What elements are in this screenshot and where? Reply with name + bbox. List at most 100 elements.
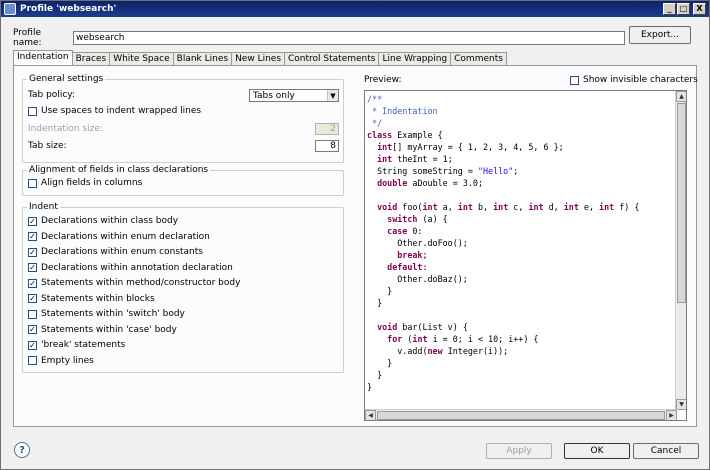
- indent-option-label: Empty lines: [41, 355, 94, 366]
- horizontal-scroll-thumb[interactable]: [377, 411, 665, 420]
- indent-option-checkbox[interactable]: ✓: [28, 263, 37, 272]
- code-token: c,: [508, 202, 529, 212]
- scroll-down-icon[interactable]: ▼: [676, 399, 686, 410]
- help-icon[interactable]: ?: [14, 442, 30, 458]
- vertical-scroll-thumb[interactable]: [677, 103, 686, 303]
- show-invisible-row[interactable]: Show invisible characters: [570, 75, 698, 85]
- scroll-up-icon[interactable]: ▲: [676, 91, 686, 102]
- indent-option-row[interactable]: Statements within 'switch' body: [28, 309, 185, 319]
- app-icon: [4, 3, 16, 15]
- indent-option-checkbox[interactable]: [28, 356, 37, 365]
- indent-option-checkbox[interactable]: ✓: [28, 278, 37, 288]
- code-token: case: [387, 226, 408, 236]
- code-line: Other.doBaz();: [367, 273, 686, 285]
- indent-option-checkbox[interactable]: ✓: [28, 216, 37, 226]
- indent-option-checkbox[interactable]: ✓: [28, 294, 37, 303]
- code-line: switch (a) {: [367, 213, 686, 225]
- indent-option-row[interactable]: ✓ 'break' statements: [28, 340, 125, 350]
- tab-policy-value: Tabs only: [253, 90, 295, 101]
- indent-option-row[interactable]: ✓ Declarations within enum constants: [28, 247, 203, 257]
- code-line: }: [367, 297, 686, 309]
- code-line: break;: [367, 249, 686, 261]
- code-token: bar(List v) {: [397, 322, 468, 332]
- apply-button[interactable]: Apply: [486, 443, 552, 459]
- indent-option-row[interactable]: ✓ Statements within method/constructor bo…: [28, 278, 240, 288]
- indent-option-checkbox[interactable]: ✓: [28, 232, 37, 241]
- code-line: }: [367, 285, 686, 297]
- code-line: }: [367, 369, 686, 381]
- tab-size-input[interactable]: 8: [315, 140, 339, 152]
- tab-line-wrapping[interactable]: Line Wrapping: [378, 52, 452, 65]
- code-token: class: [367, 130, 393, 140]
- indentation-size-input[interactable]: 2: [315, 123, 339, 135]
- tab-indentation[interactable]: Indentation: [13, 50, 73, 65]
- indent-option-row[interactable]: ✓ Declarations within enum declaration: [28, 232, 210, 242]
- indentation-tab-panel: General settings Tab policy: Tabs only ▼…: [13, 65, 698, 427]
- scroll-right-icon[interactable]: ▶: [666, 410, 677, 420]
- code-token: Other.doBaz();: [367, 274, 468, 284]
- tab-blank-lines[interactable]: Blank Lines: [172, 52, 233, 65]
- code-line: class Example {: [367, 129, 686, 141]
- code-token: "Hello": [477, 166, 514, 176]
- minimize-icon[interactable]: _: [663, 3, 676, 15]
- code-token: (a) {: [417, 214, 448, 224]
- tab-new-lines[interactable]: New Lines: [231, 52, 286, 65]
- title-bar[interactable]: Profile 'websearch' _ □ X: [1, 1, 709, 17]
- code-token: }: [367, 382, 373, 392]
- show-invisible-checkbox[interactable]: [570, 75, 579, 85]
- code-token: int: [412, 334, 428, 344]
- chevron-down-icon: ▼: [327, 90, 338, 101]
- indent-option-label: Statements within 'case' body: [41, 324, 177, 335]
- tab-policy-select[interactable]: Tabs only ▼: [249, 89, 339, 102]
- tab-comments[interactable]: Comments: [450, 52, 507, 65]
- scroll-left-icon[interactable]: ◀: [365, 410, 376, 420]
- maximize-icon[interactable]: □: [677, 3, 690, 15]
- indent-option-row[interactable]: Empty lines: [28, 356, 94, 366]
- code-token: default: [387, 262, 423, 272]
- code-token: Example {: [392, 130, 443, 140]
- code-token: aDouble = 3.0;: [407, 178, 483, 188]
- indent-option-checkbox[interactable]: ✓: [28, 325, 37, 334]
- code-token: String someString =: [367, 166, 478, 176]
- tab-white-space[interactable]: White Space: [109, 52, 174, 65]
- indent-option-row[interactable]: ✓ Declarations within class body: [28, 216, 178, 226]
- code-token: ;: [513, 166, 519, 176]
- align-fields-checkbox[interactable]: [28, 178, 37, 188]
- tab-control-statements[interactable]: Control Statements: [284, 52, 380, 65]
- code-token: break: [397, 250, 423, 260]
- profile-name-input[interactable]: [73, 31, 625, 45]
- code-line: double aDouble = 3.0;: [367, 177, 686, 189]
- code-line: */: [367, 117, 686, 129]
- indentation-size-label: Indentation size:: [28, 124, 103, 134]
- code-token: Integer(i));: [442, 346, 509, 356]
- window-title: Profile 'websearch': [20, 4, 117, 14]
- indent-option-checkbox[interactable]: [28, 309, 37, 319]
- cancel-button[interactable]: Cancel: [633, 443, 699, 459]
- indent-option-checkbox[interactable]: ✓: [28, 340, 37, 350]
- vertical-scrollbar[interactable]: ▲ ▼: [675, 91, 686, 410]
- horizontal-scrollbar[interactable]: ◀ ▶: [365, 409, 677, 420]
- align-fields-row[interactable]: Align fields in columns: [28, 178, 142, 188]
- export-button[interactable]: Export...: [629, 26, 691, 44]
- code-line: * Indentation: [367, 105, 686, 117]
- close-icon[interactable]: X: [693, 3, 706, 15]
- code-token: int: [528, 202, 544, 212]
- spaces-wrapped-row[interactable]: Use spaces to indent wrapped lines: [28, 106, 201, 116]
- indent-option-row[interactable]: ✓ Statements within blocks: [28, 294, 155, 304]
- preview-code-area[interactable]: /** * Indentation */class Example { int[…: [364, 90, 687, 421]
- code-token: /**: [367, 94, 383, 104]
- tab-braces[interactable]: Braces: [71, 52, 111, 65]
- ok-button[interactable]: OK: [564, 443, 630, 459]
- indent-option-checkbox[interactable]: ✓: [28, 247, 37, 257]
- spaces-wrapped-checkbox[interactable]: [28, 106, 37, 116]
- indent-option-row[interactable]: ✓ Declarations within annotation declarat…: [28, 263, 233, 273]
- code-token: double: [377, 178, 408, 188]
- indent-option-row[interactable]: ✓ Statements within 'case' body: [28, 325, 177, 335]
- code-token: }: [367, 358, 393, 368]
